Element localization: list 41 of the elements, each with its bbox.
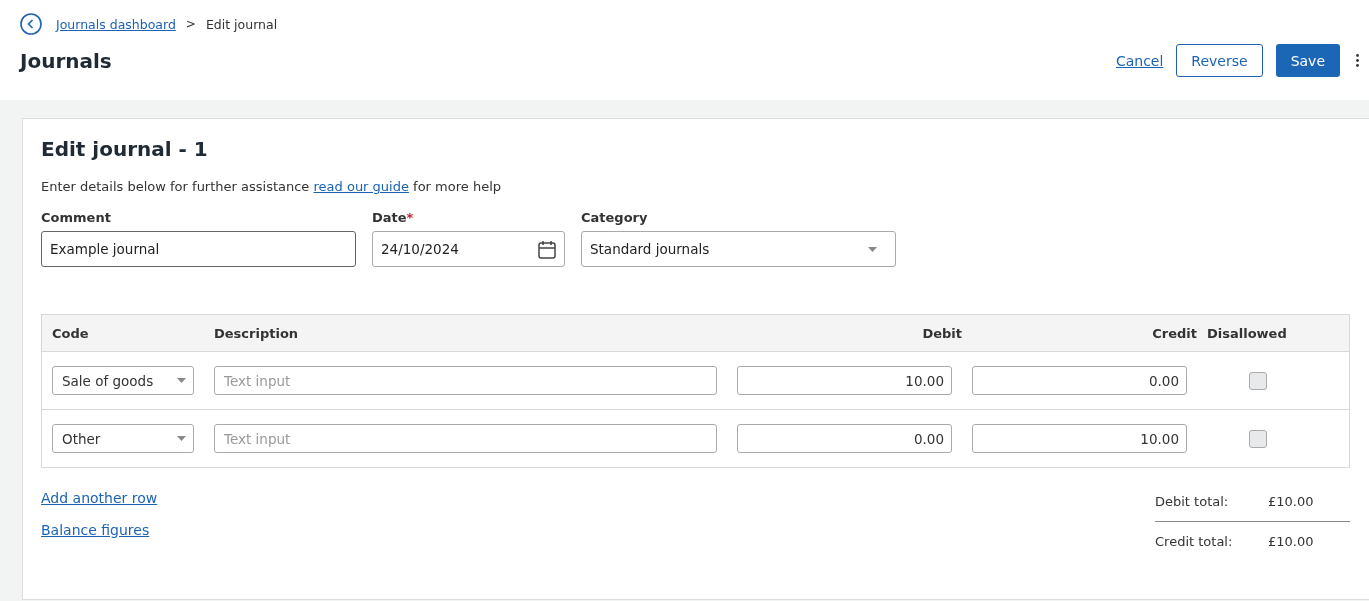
credit-field[interactable]: 0.00 <box>972 366 1187 395</box>
reverse-button[interactable]: Reverse <box>1176 44 1263 77</box>
save-button[interactable]: Save <box>1275 44 1340 77</box>
disallowed-checkbox[interactable] <box>1249 371 1267 390</box>
column-header: Credit <box>1151 325 1198 341</box>
breadcrumb-separator: > <box>185 17 196 31</box>
balance-link[interactable]: Balance figures <box>41 522 158 538</box>
cancel-link[interactable]: Cancel <box>1115 52 1164 69</box>
credit-field[interactable]: 10.00 <box>972 424 1187 453</box>
intro-text: Enter details below for further assistance read our guide for more help <box>41 179 502 194</box>
debit-field[interactable]: 10.00 <box>737 366 952 395</box>
caret-icon <box>868 246 877 252</box>
guide-link[interactable]: read our guide <box>313 179 409 194</box>
column-header: Description <box>214 325 300 341</box>
page-title: Journals <box>20 48 112 73</box>
card-title: Edit journal - 1 <box>41 137 209 161</box>
field-label: Date* <box>372 210 415 225</box>
column-header: Debit <box>921 325 963 341</box>
caret-icon <box>177 378 186 383</box>
more-options-icon[interactable] <box>1356 54 1359 67</box>
total-value: £10.00 <box>1268 494 1314 509</box>
field-label: Comment <box>41 210 112 225</box>
disallowed-checkbox[interactable] <box>1249 429 1267 448</box>
caret-icon <box>177 436 186 441</box>
total-label: Credit total: <box>1155 534 1234 549</box>
debit-field[interactable]: 0.00 <box>737 424 952 453</box>
date-field[interactable]: 24/10/2024 <box>372 231 565 267</box>
code-dropdown[interactable]: Sale of goods <box>52 366 194 395</box>
column-header: Code <box>52 325 90 341</box>
total-value: £10.00 <box>1268 534 1314 549</box>
comment-field[interactable]: Example journal <box>41 231 356 267</box>
category-dropdown[interactable]: Standard journals <box>581 231 896 267</box>
calendar-icon[interactable] <box>538 239 556 259</box>
breadcrumb-current: Edit journal <box>205 16 278 32</box>
column-header: Disallowed <box>1207 325 1288 341</box>
field-label: Category <box>581 210 649 225</box>
back-icon[interactable] <box>20 13 42 35</box>
breadcrumb-link[interactable]: Journals dashboard <box>56 16 176 32</box>
add-row-link[interactable]: Add another row <box>41 490 158 506</box>
total-label: Debit total: <box>1155 494 1230 509</box>
code-dropdown[interactable]: Other <box>52 424 194 453</box>
